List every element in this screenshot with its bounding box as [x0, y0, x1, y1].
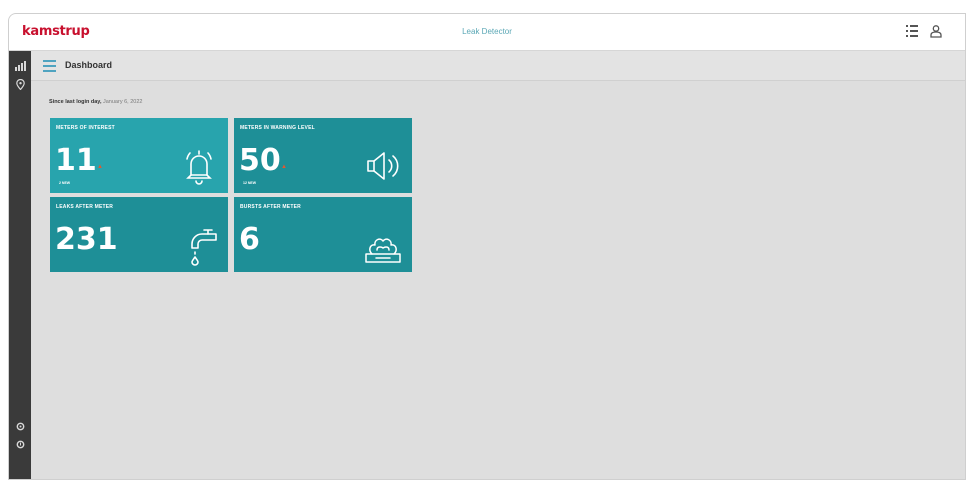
app-window: kamstrup Leak Detector Dashboard Since l…: [8, 13, 966, 480]
grid-icon[interactable]: [905, 24, 919, 38]
since-label: Since last login day,: [49, 99, 102, 105]
since-last-login: Since last login day, January 6, 2022: [49, 99, 142, 105]
tile-title: BURSTS AFTER METER: [240, 204, 301, 210]
tile-title: LEAKS AFTER METER: [56, 204, 114, 210]
tile-meters-in-warning-level[interactable]: METERS IN WARNING LEVEL 50 ▲ 12 NEW: [234, 118, 412, 193]
speaker-icon: [362, 145, 404, 187]
burst-pipe-icon: [362, 224, 404, 266]
tile-value: 50: [239, 143, 281, 178]
app-title: Leak Detector: [462, 27, 512, 36]
tile-title: METERS IN WARNING LEVEL: [240, 125, 315, 131]
logout-icon[interactable]: [13, 437, 27, 451]
tile-title: METERS OF INTEREST: [56, 125, 115, 131]
trend-up-icon: ▲: [97, 164, 103, 170]
page-title: Dashboard: [65, 60, 113, 70]
tile-sub: 2 NEW: [59, 181, 71, 185]
settings-icon[interactable]: [13, 419, 27, 433]
tile-sub: 12 NEW: [243, 181, 257, 185]
bell-icon: [178, 145, 220, 187]
tile-bursts-after-meter[interactable]: BURSTS AFTER METER 6: [234, 197, 412, 272]
map-pin-icon[interactable]: [13, 77, 27, 91]
user-icon[interactable]: [929, 24, 943, 38]
sidebar: [9, 51, 31, 479]
top-bar: kamstrup Leak Detector: [9, 14, 965, 51]
top-icons: [905, 24, 943, 38]
tile-value: 11: [55, 143, 97, 178]
hamburger-menu-icon[interactable]: [43, 60, 56, 72]
trend-up-icon: ▲: [281, 164, 287, 170]
page-header: Dashboard: [31, 51, 965, 81]
since-date: January 6, 2022: [103, 99, 143, 105]
chart-icon[interactable]: [13, 59, 27, 73]
tile-meters-of-interest[interactable]: METERS OF INTEREST 11 ▲ 2 NEW: [50, 118, 228, 193]
tile-value: 6: [239, 222, 260, 257]
tile-value: 231: [55, 222, 118, 257]
faucet-drip-icon: [178, 224, 220, 266]
tile-leaks-after-meter[interactable]: LEAKS AFTER METER 231: [50, 197, 228, 272]
main-content: Dashboard Since last login day, January …: [31, 51, 965, 479]
